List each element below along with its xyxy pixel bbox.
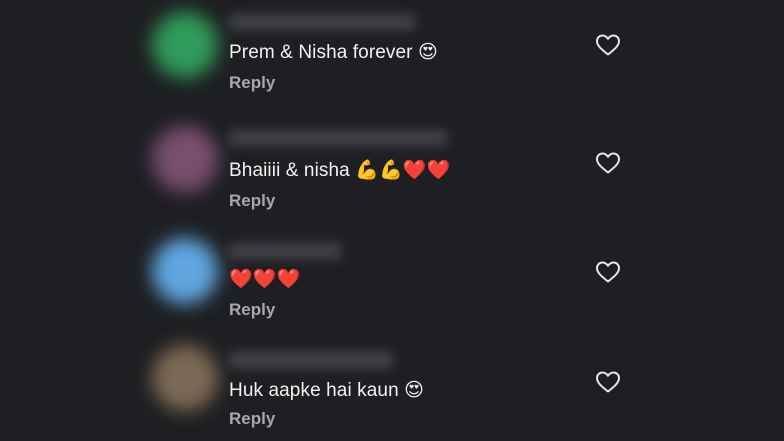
reply-button[interactable]: Reply <box>229 191 275 211</box>
comment-item: Bhaiiii & nisha 💪💪❤️❤️ Reply <box>0 112 784 222</box>
like-button[interactable] <box>595 33 621 57</box>
heart-outline-icon <box>596 371 620 393</box>
like-button[interactable] <box>595 151 621 175</box>
like-button[interactable] <box>595 370 621 394</box>
reply-button[interactable]: Reply <box>229 409 275 429</box>
comment-text: Huk aapke hai kaun 😍 <box>229 380 425 401</box>
heart-outline-icon <box>596 261 620 283</box>
username[interactable] <box>228 13 416 31</box>
comment-text: Bhaiiii & nisha 💪💪❤️❤️ <box>229 160 451 181</box>
avatar[interactable] <box>152 12 218 78</box>
comment-text: Prem & Nisha forever 😍 <box>229 42 438 63</box>
username[interactable] <box>228 242 342 260</box>
avatar[interactable] <box>152 238 218 304</box>
heart-outline-icon <box>596 34 620 56</box>
comment-item: Prem & Nisha forever 😍 Reply <box>0 0 784 110</box>
comment-text: ❤️❤️❤️ <box>229 269 301 290</box>
reply-button[interactable]: Reply <box>229 300 275 320</box>
reply-button[interactable]: Reply <box>229 73 275 93</box>
heart-outline-icon <box>596 152 620 174</box>
comment-item: Huk aapke hai kaun 😍 Reply <box>0 331 784 441</box>
avatar[interactable] <box>152 345 218 411</box>
username[interactable] <box>228 129 448 147</box>
like-button[interactable] <box>595 260 621 284</box>
comment-item: ❤️❤️❤️ Reply <box>0 222 784 332</box>
username[interactable] <box>228 351 394 369</box>
avatar[interactable] <box>152 126 218 192</box>
